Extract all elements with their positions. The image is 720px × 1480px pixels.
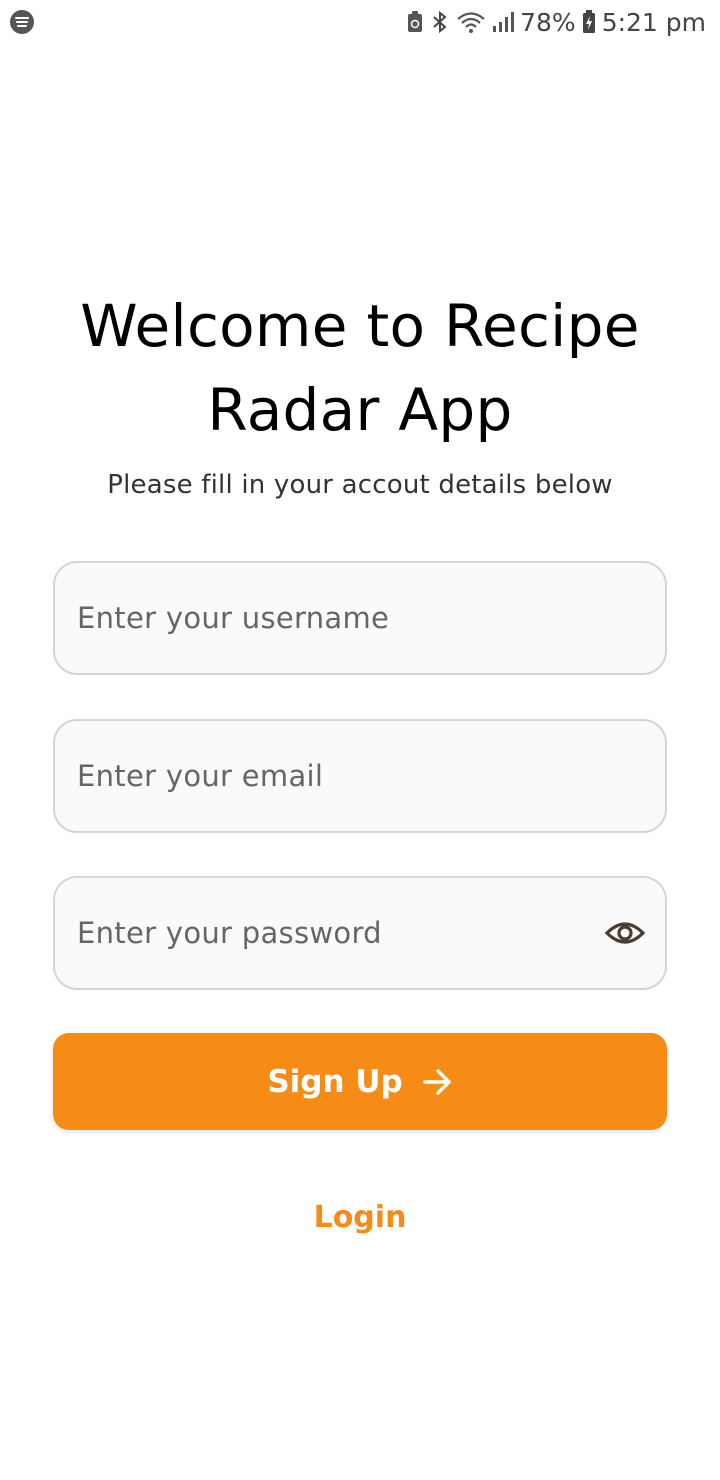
eye-icon[interactable] xyxy=(605,913,645,953)
page-subtitle: Please fill in your accout details below xyxy=(107,470,613,500)
recycle-icon xyxy=(408,11,423,32)
username-input[interactable] xyxy=(75,600,645,636)
status-icons: 78% 5:21 pm xyxy=(406,8,706,37)
battery-percent: 78% xyxy=(520,7,576,37)
bluetooth-icon xyxy=(433,10,447,34)
status-left xyxy=(10,10,34,34)
wifi-icon xyxy=(457,12,485,33)
status-bar: 78% 5:21 pm xyxy=(0,0,720,44)
spotify-icon xyxy=(10,10,34,34)
signup-label: Sign Up xyxy=(267,1063,403,1100)
password-input[interactable] xyxy=(75,915,605,951)
arrow-right-icon xyxy=(422,1068,451,1095)
login-link[interactable]: Login xyxy=(260,1200,460,1235)
email-field[interactable] xyxy=(53,719,667,833)
password-field[interactable] xyxy=(53,876,667,990)
page-title: Welcome to Recipe Radar App xyxy=(80,292,640,444)
signal-icon xyxy=(493,12,515,32)
email-input[interactable] xyxy=(75,758,645,794)
username-field[interactable] xyxy=(53,561,667,675)
signup-button[interactable]: Sign Up xyxy=(53,1033,667,1130)
clock: 5:21 pm xyxy=(601,7,706,37)
battery-icon xyxy=(582,10,595,33)
signup-screen: 78% 5:21 pm Welcome to Recipe Radar App … xyxy=(0,0,720,1480)
